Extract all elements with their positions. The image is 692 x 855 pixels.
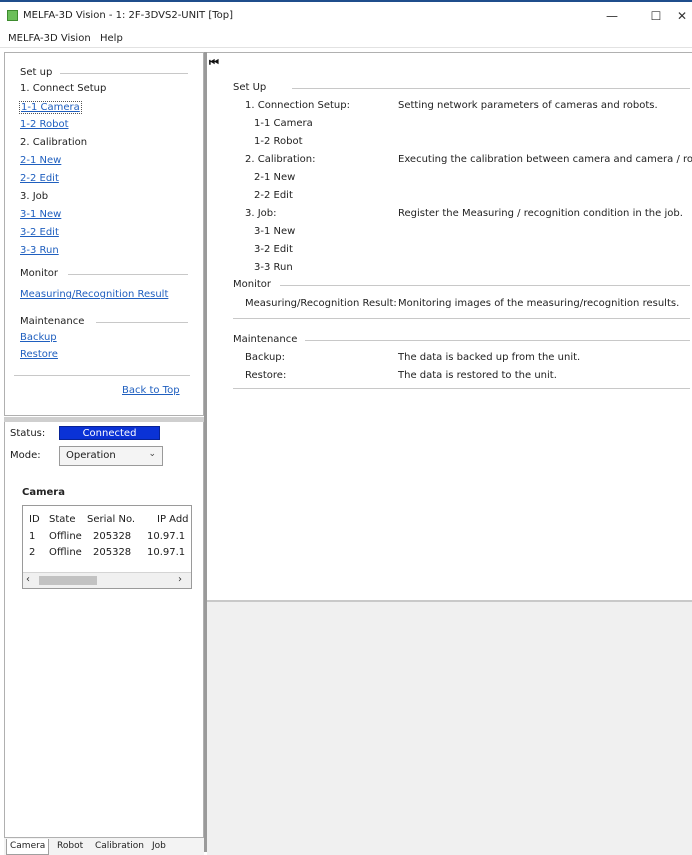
content-calib-new: 2-1 New — [254, 172, 296, 183]
nav-setup-header: Set up — [20, 67, 53, 78]
divider — [280, 285, 690, 286]
content-job: 3. Job: — [245, 208, 277, 219]
divider — [60, 73, 188, 74]
tab-job[interactable]: Job — [149, 839, 169, 855]
content-monitor-header: Monitor — [233, 279, 272, 290]
cell-serial: 205328 — [93, 531, 132, 542]
camera-section-title: Camera — [22, 487, 65, 498]
close-button[interactable]: ✕ — [672, 6, 692, 26]
divider — [68, 274, 188, 275]
divider — [292, 88, 690, 89]
nav-job: 3. Job — [20, 191, 49, 202]
nav-link-camera[interactable]: 1-1 Camera — [19, 101, 82, 114]
nav-link-calib-new[interactable]: 2-1 New — [20, 155, 61, 166]
window-title: MELFA-3D Vision - 1: 2F-3DVS2-UNIT [Top] — [23, 10, 234, 21]
cell-serial: 205328 — [93, 547, 132, 558]
unit-panel — [4, 422, 204, 837]
content-job-edit: 3-2 Edit — [254, 244, 293, 255]
menu-bar: MELFA-3D Vision Help — [0, 30, 692, 48]
content-setup-header: Set Up — [233, 82, 267, 93]
divider — [96, 322, 188, 323]
content-job-new: 3-1 New — [254, 226, 296, 237]
content-maintenance-header: Maintenance — [233, 334, 298, 345]
maximize-button[interactable]: ☐ — [636, 6, 676, 26]
content-calibration-desc: Executing the calibration between camera… — [398, 154, 692, 165]
status-label: Status: — [10, 428, 46, 439]
column-header[interactable]: IP Add — [157, 514, 189, 525]
column-header[interactable]: State — [49, 514, 75, 525]
divider — [233, 388, 690, 389]
column-header[interactable]: ID — [29, 514, 40, 525]
cell-id: 2 — [29, 547, 36, 558]
nav-maintenance-header: Maintenance — [20, 316, 85, 327]
mode-select[interactable]: Operation ⌄ — [59, 446, 163, 466]
scroll-right-icon[interactable]: › — [178, 574, 182, 585]
column-header[interactable]: Serial No. — [87, 514, 135, 525]
divider — [14, 375, 190, 376]
content-backup-desc: The data is backed up from the unit. — [398, 352, 581, 363]
cell-ip: 10.97.1 — [147, 547, 186, 558]
minimize-button[interactable]: — — [592, 6, 632, 26]
bottom-tab-bar: Camera Robot Calibration Job — [4, 837, 204, 855]
nav-link-robot[interactable]: 1-2 Robot — [20, 119, 69, 130]
chevron-down-icon: ⌄ — [148, 449, 156, 459]
nav-link-measuring[interactable]: Measuring/Recognition Result — [20, 289, 168, 300]
nav-link-restore[interactable]: Restore — [20, 349, 58, 360]
scroll-left-icon[interactable]: ‹ — [26, 574, 30, 585]
status-badge: Connected — [59, 426, 160, 440]
content-restore: Restore: — [245, 370, 287, 381]
mode-label: Mode: — [10, 450, 41, 461]
nav-link-job-edit[interactable]: 3-2 Edit — [20, 227, 59, 238]
cell-state: Offline — [49, 547, 82, 558]
tab-camera[interactable]: Camera — [6, 839, 50, 855]
divider — [233, 318, 690, 319]
collapse-panel-icon[interactable]: ⏮ — [209, 56, 219, 70]
title-bar: MELFA-3D Vision - 1: 2F-3DVS2-UNIT [Top]… — [0, 0, 692, 30]
content-robot: 1-2 Robot — [254, 136, 303, 147]
nav-connect-setup: 1. Connect Setup — [20, 83, 107, 94]
content-job-desc: Register the Measuring / recognition con… — [398, 208, 683, 219]
cell-ip: 10.97.1 — [147, 531, 186, 542]
app-icon — [7, 10, 18, 21]
nav-calibration: 2. Calibration — [20, 137, 88, 148]
nav-link-job-new[interactable]: 3-1 New — [20, 209, 61, 220]
tab-calibration[interactable]: Calibration — [92, 839, 147, 855]
divider — [305, 340, 690, 341]
content-connection-setup-desc: Setting network parameters of cameras an… — [398, 100, 658, 111]
content-measuring: Measuring/Recognition Result: — [245, 298, 397, 309]
content-measuring-desc: Monitoring images of the measuring/recog… — [398, 298, 680, 309]
horizontal-scrollbar[interactable]: ‹ › — [23, 572, 191, 588]
nav-monitor-header: Monitor — [20, 268, 59, 279]
scrollbar-thumb[interactable] — [39, 576, 97, 585]
mode-value: Operation — [66, 450, 116, 461]
nav-link-job-run[interactable]: 3-3 Run — [20, 245, 59, 256]
nav-link-backup[interactable]: Backup — [20, 332, 57, 343]
nav-link-back-to-top[interactable]: Back to Top — [122, 385, 180, 396]
content-backup: Backup: — [245, 352, 286, 363]
content-connection-setup: 1. Connection Setup: — [245, 100, 350, 111]
content-panel — [207, 52, 692, 600]
tab-robot[interactable]: Robot — [54, 839, 86, 855]
content-calibration: 2. Calibration: — [245, 154, 316, 165]
image-view-panel — [207, 600, 692, 855]
content-calib-edit: 2-2 Edit — [254, 190, 293, 201]
menu-help[interactable]: Help — [100, 33, 123, 44]
menu-melfa[interactable]: MELFA-3D Vision — [8, 33, 91, 44]
content-restore-desc: The data is restored to the unit. — [398, 370, 557, 381]
cell-id: 1 — [29, 531, 36, 542]
content-job-run: 3-3 Run — [254, 262, 293, 273]
content-camera: 1-1 Camera — [254, 118, 313, 129]
camera-table[interactable]: ID State Serial No. IP Add 1 Offline 205… — [22, 505, 192, 589]
nav-link-calib-edit[interactable]: 2-2 Edit — [20, 173, 59, 184]
cell-state: Offline — [49, 531, 82, 542]
